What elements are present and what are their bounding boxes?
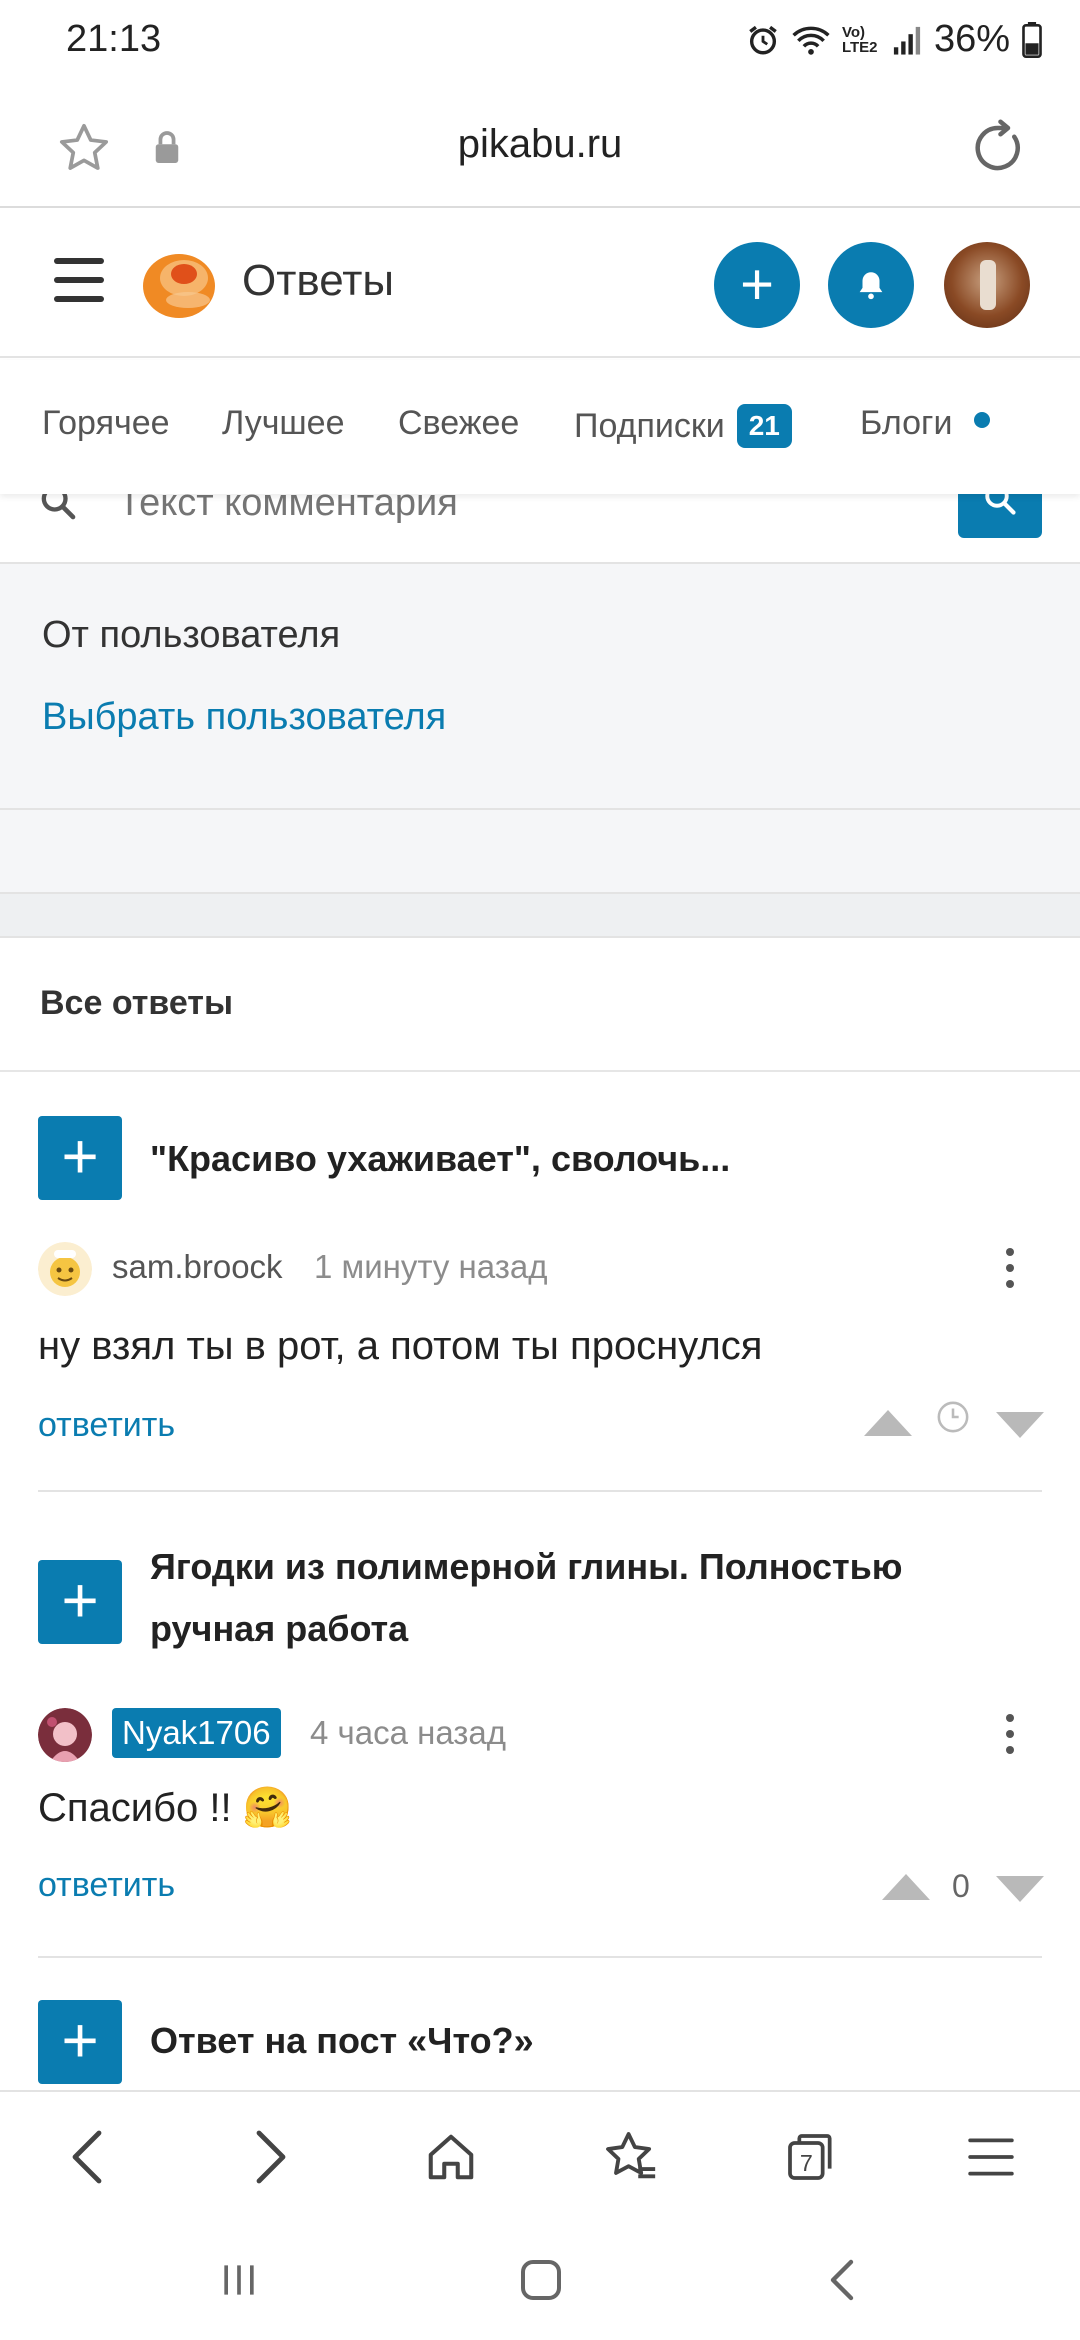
downvote-button[interactable]: [996, 1876, 1044, 1902]
user-avatar[interactable]: [38, 1708, 92, 1762]
tab-blogs[interactable]: Блоги: [860, 404, 991, 443]
tab-subscriptions[interactable]: Подписки 21: [574, 404, 792, 448]
browser-menu-icon[interactable]: [956, 2122, 1026, 2192]
home-button-icon[interactable]: [506, 2250, 576, 2310]
recent-apps-icon[interactable]: [204, 2250, 274, 2310]
downvote-button[interactable]: [996, 1412, 1044, 1438]
section-separator: [0, 894, 1080, 938]
from-user-filter: От пользователя Выбрать пользователя: [0, 564, 1080, 810]
battery-icon: [1022, 21, 1042, 58]
status-time: 21:13: [66, 18, 162, 60]
comment-author[interactable]: Nyak1706: [112, 1708, 281, 1758]
select-user-link[interactable]: Выбрать пользователя: [42, 696, 446, 739]
expand-post-button[interactable]: +: [38, 1560, 122, 1644]
notifications-button[interactable]: [828, 242, 914, 328]
tab-best[interactable]: Лучшее: [222, 404, 345, 443]
tab-fresh[interactable]: Свежее: [398, 404, 519, 443]
comment-text: ну взял ты в рот, а потом ты проснулся: [38, 1324, 763, 1368]
forward-icon[interactable]: [236, 2122, 306, 2192]
answer-card: + Ягодки из полимерной глины. Полностью …: [0, 1494, 1080, 1958]
comment-time: 4 часа назад: [310, 1714, 507, 1751]
post-title[interactable]: Ответ на пост «Что?»: [150, 2010, 1030, 2072]
status-icons: Vo) LTE2 36%: [746, 18, 1042, 61]
upvote-button[interactable]: [864, 1410, 912, 1436]
filter-spacer: [0, 810, 1080, 894]
answer-card: + Ответ на пост «Что?»: [0, 1958, 1080, 2090]
comment-author[interactable]: sam.broock: [112, 1248, 283, 1286]
url-text[interactable]: pikabu.ru: [0, 122, 1080, 167]
pikabu-logo[interactable]: [140, 248, 218, 320]
tab-hot[interactable]: Горячее: [42, 404, 170, 443]
vote-count: 0: [952, 1868, 970, 1904]
browser-address-bar: pikabu.ru: [0, 84, 1080, 208]
tabs-icon[interactable]: 7: [776, 2122, 846, 2192]
home-icon[interactable]: [416, 2122, 486, 2192]
feed-tabs: Горячее Лучшее Свежее Подписки 21 Блоги: [0, 360, 1080, 494]
battery-percent: 36%: [933, 18, 1010, 60]
expand-post-button[interactable]: +: [38, 2000, 122, 2084]
bell-icon: [859, 272, 883, 300]
answers-title: Все ответы: [40, 984, 233, 1022]
answers-section-header: Все ответы: [0, 938, 1080, 1072]
more-options-icon[interactable]: [1004, 1248, 1016, 1296]
menu-icon[interactable]: [54, 258, 104, 308]
user-avatar[interactable]: [38, 1242, 92, 1296]
tab-subscriptions-label: Подписки: [574, 407, 725, 445]
browser-bottom-nav: 7: [0, 2090, 1080, 2220]
answer-card: + "Красиво ухаживает", сволочь... sam.br…: [0, 1072, 1080, 1492]
tab-blogs-label: Блоги: [860, 404, 953, 442]
wifi-icon: [792, 26, 830, 55]
clock-icon: [937, 1401, 969, 1433]
post-title[interactable]: "Красиво ухаживает", сволочь...: [150, 1128, 1030, 1190]
subscriptions-count-badge: 21: [736, 404, 792, 448]
reply-link[interactable]: ответить: [38, 1866, 175, 1905]
comment-time: 1 минуту назад: [314, 1248, 548, 1285]
comment-text: Спасибо !! 🤗: [38, 1786, 293, 1830]
tabs-count: 7: [800, 2150, 813, 2176]
alarm-icon: [749, 25, 777, 54]
post-title[interactable]: Ягодки из полимерной глины. Полностью ру…: [150, 1536, 950, 1660]
page-title: Ответы: [242, 256, 395, 305]
signal-icon: [893, 26, 921, 55]
bookmarks-icon[interactable]: [596, 2122, 666, 2192]
network-label: Vo) LTE2: [841, 23, 878, 56]
site-header: Ответы +: [0, 210, 1080, 358]
blogs-new-dot: [974, 412, 991, 428]
upvote-button[interactable]: [882, 1874, 930, 1900]
expand-post-button[interactable]: +: [38, 1116, 122, 1200]
back-icon[interactable]: [52, 2122, 122, 2192]
profile-avatar[interactable]: [944, 242, 1030, 328]
system-back-icon[interactable]: [808, 2250, 878, 2310]
reply-link[interactable]: ответить: [38, 1406, 175, 1445]
divider: [38, 1490, 1042, 1492]
system-nav-bar: [0, 2220, 1080, 2340]
add-post-button[interactable]: +: [714, 242, 800, 328]
from-user-title: От пользователя: [42, 614, 341, 656]
status-bar: 21:13 Vo) LTE2 36%: [0, 0, 1080, 84]
reload-icon[interactable]: [968, 118, 1028, 178]
more-options-icon[interactable]: [1004, 1714, 1016, 1762]
